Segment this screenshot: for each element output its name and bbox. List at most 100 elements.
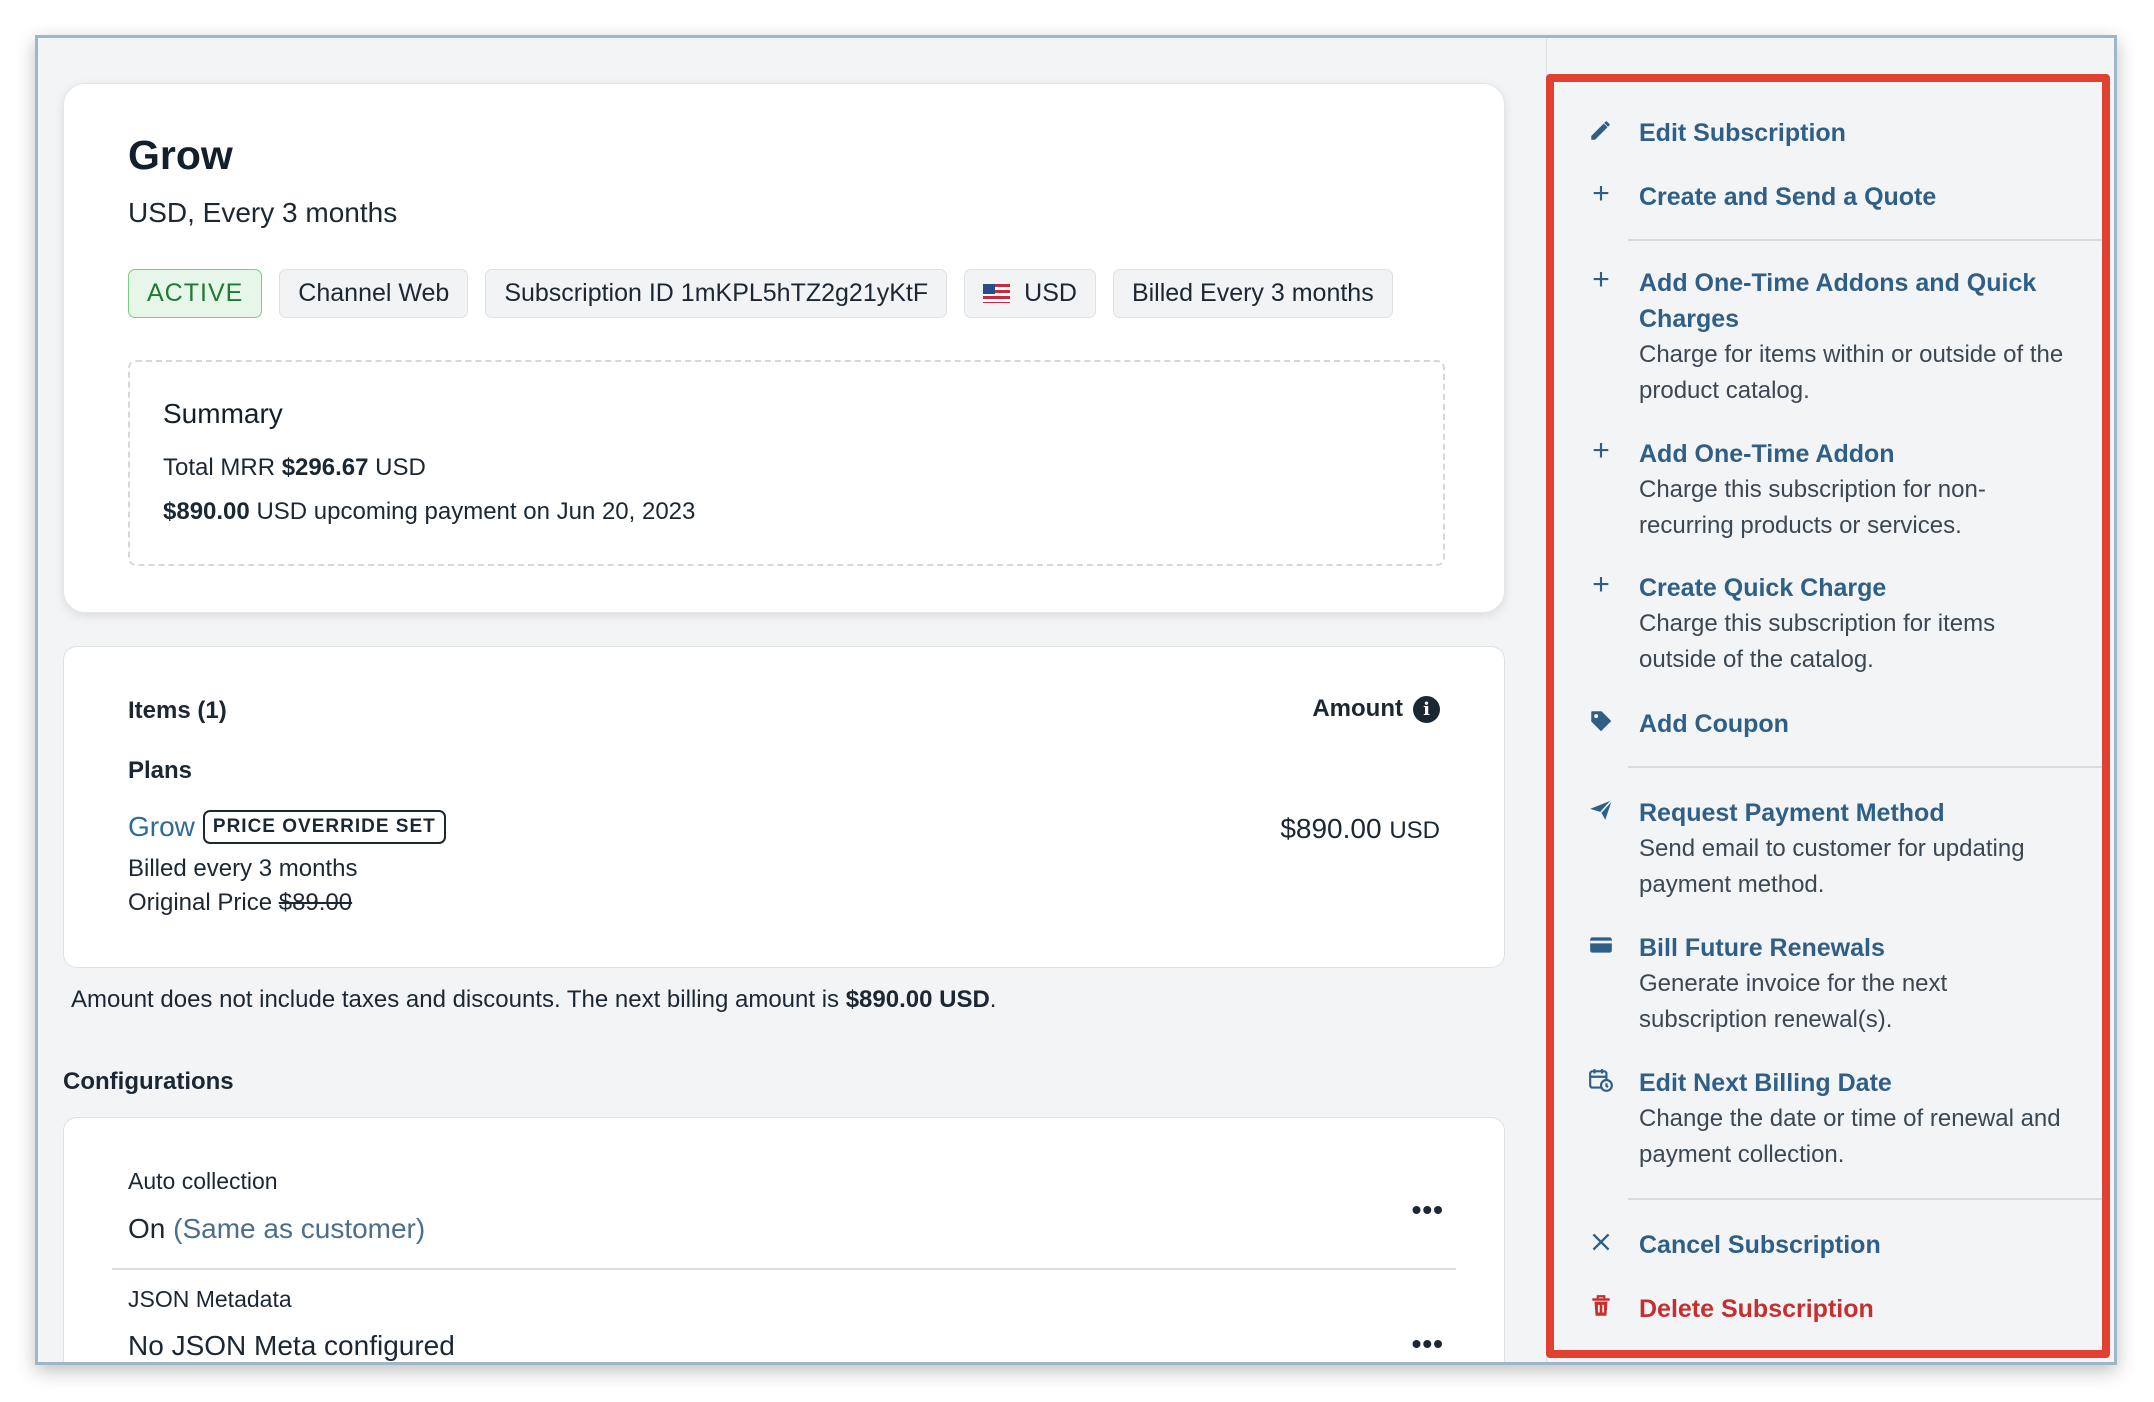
- item-price-value: $890.00: [1280, 813, 1382, 844]
- card-icon: [1588, 932, 1614, 958]
- add-coupon-action[interactable]: Add Coupon: [1588, 706, 2088, 742]
- subscription-card: Grow USD, Every 3 months ACTIVE Channel …: [63, 83, 1505, 613]
- auto-collection-more-button[interactable]: •••: [1412, 1194, 1444, 1226]
- upcoming-value: $890.00: [163, 498, 250, 525]
- app-window: Grow USD, Every 3 months ACTIVE Channel …: [35, 35, 2117, 1365]
- delete-subscription-action[interactable]: Delete Subscription: [1588, 1291, 2088, 1327]
- original-price-value: $89.00: [278, 889, 353, 916]
- original-price-label: Original Price: [128, 889, 273, 916]
- auto-collection-state: On: [128, 1213, 166, 1244]
- auto-collection-hint: (Same as customer): [173, 1213, 426, 1244]
- amount-label: Amount: [1312, 695, 1403, 722]
- amount-header: Amount i: [1312, 695, 1440, 723]
- create-quick-charge-desc-2: outside of the catalog.: [1639, 646, 1874, 673]
- add-one-time-addon-desc-1: Charge this subscription for non-: [1639, 476, 1986, 503]
- config-divider: [112, 1268, 1456, 1270]
- trash-icon: [1588, 1293, 1614, 1319]
- mrr-line: Total MRR $296.67 USD: [163, 454, 426, 482]
- edit-next-billing-date-action[interactable]: Edit Next Billing Date Change the date o…: [1588, 1065, 2088, 1173]
- plus-icon: +: [1592, 177, 1610, 210]
- currency-tag: USD: [964, 269, 1096, 318]
- delete-subscription-label: Delete Subscription: [1639, 1295, 1874, 1323]
- mrr-label: Total MRR: [163, 454, 276, 481]
- plus-icon: +: [1592, 263, 1610, 296]
- add-addons-quick-charges-label-1: Add One-Time Addons and Quick: [1639, 269, 2037, 297]
- create-quote-action[interactable]: + Create and Send a Quote: [1588, 179, 2088, 215]
- add-one-time-addon-label: Add One-Time Addon: [1639, 440, 1895, 468]
- cancel-subscription-label: Cancel Subscription: [1639, 1231, 1881, 1259]
- billing-period-tag: Billed Every 3 months: [1112, 269, 1393, 318]
- cancel-subscription-action[interactable]: Cancel Subscription: [1588, 1227, 2088, 1263]
- subscription-id-tag: Subscription ID 1mKPL5hTZ2g21yKtF: [485, 269, 948, 318]
- request-payment-method-action[interactable]: Request Payment Method Send email to cus…: [1588, 795, 2088, 903]
- status-badge: ACTIVE: [128, 269, 263, 318]
- bill-future-renewals-desc-2: subscription renewal(s).: [1639, 1006, 1893, 1033]
- add-one-time-addon-action[interactable]: + Add One-Time Addon Charge this subscri…: [1588, 436, 2088, 544]
- pencil-icon: [1588, 117, 1614, 143]
- upcoming-line: $890.00 USD upcoming payment on Jun 20, …: [163, 498, 695, 526]
- add-addons-quick-charges-desc-1: Charge for items within or outside of th…: [1639, 341, 2064, 368]
- auto-collection-value: On (Same as customer): [128, 1213, 425, 1245]
- bill-future-renewals-action[interactable]: Bill Future Renewals Generate invoice fo…: [1588, 930, 2088, 1038]
- edit-subscription-label: Edit Subscription: [1639, 119, 1846, 147]
- create-quick-charge-action[interactable]: + Create Quick Charge Charge this subscr…: [1588, 570, 2088, 678]
- json-metadata-value: No JSON Meta configured: [128, 1330, 455, 1361]
- bill-future-renewals-desc-1: Generate invoice for the next: [1639, 970, 1948, 997]
- plan-item-row: Grow PRICE OVERRIDE SET: [128, 810, 446, 844]
- actions-divider: [1628, 766, 2109, 768]
- mrr-value: $296.67: [281, 454, 369, 481]
- json-metadata-label: JSON Metadata: [128, 1286, 292, 1312]
- json-metadata-more-button[interactable]: •••: [1412, 1328, 1444, 1360]
- billing-note-text: Amount does not include taxes and discou…: [71, 986, 840, 1013]
- tag-icon: [1588, 708, 1614, 734]
- item-price: $890.00 USD: [1280, 813, 1440, 845]
- bill-future-renewals-label: Bill Future Renewals: [1639, 934, 1885, 962]
- send-icon: [1588, 797, 1614, 823]
- billing-note-amount: $890.00 USD: [845, 986, 990, 1013]
- tag-row: ACTIVE Channel Web Subscription ID 1mKPL…: [128, 269, 1393, 318]
- plus-icon: +: [1592, 568, 1610, 601]
- add-addons-quick-charges-label-2: Charges: [1639, 305, 1740, 333]
- items-card: Items (1) Amount i Plans Grow PRICE OVER…: [63, 646, 1505, 968]
- configurations-title: Configurations: [63, 1068, 234, 1095]
- edit-next-billing-date-desc-1: Change the date or time of renewal and: [1639, 1105, 2061, 1132]
- edit-next-billing-date-desc-2: payment collection.: [1639, 1141, 1845, 1168]
- request-payment-method-desc-1: Send email to customer for updating: [1639, 835, 2025, 862]
- info-icon[interactable]: i: [1413, 695, 1440, 723]
- create-quote-label: Create and Send a Quote: [1639, 183, 1937, 211]
- create-quick-charge-desc-1: Charge this subscription for items: [1639, 610, 1996, 637]
- currency-label: USD: [1024, 279, 1077, 307]
- item-price-currency: USD: [1389, 817, 1440, 844]
- channel-tag: Channel Web: [279, 269, 469, 318]
- billing-note-end: .: [989, 986, 997, 1013]
- add-coupon-label: Add Coupon: [1639, 710, 1789, 738]
- upcoming-text: USD upcoming payment on Jun 20, 2023: [256, 498, 696, 525]
- plan-title: Grow: [128, 132, 233, 178]
- calendar-clock-icon: [1588, 1067, 1614, 1093]
- summary-box: Summary Total MRR $296.67 USD $890.00 US…: [128, 360, 1445, 566]
- item-billed: Billed every 3 months: [128, 855, 358, 882]
- configurations-card: Auto collection On (Same as customer) ••…: [63, 1117, 1505, 1362]
- original-price: Original Price $89.00: [128, 889, 352, 917]
- request-payment-method-desc-2: payment method.: [1639, 871, 1825, 898]
- add-one-time-addon-desc-2: recurring products or services.: [1639, 512, 1962, 539]
- plans-label: Plans: [128, 757, 193, 784]
- actions-divider: [1628, 1198, 2109, 1200]
- billing-note: Amount does not include taxes and discou…: [71, 986, 996, 1014]
- price-override-badge: PRICE OVERRIDE SET: [202, 810, 446, 844]
- mrr-currency: USD: [375, 454, 426, 481]
- edit-next-billing-date-label: Edit Next Billing Date: [1639, 1069, 1892, 1097]
- actions-divider: [1628, 239, 2109, 241]
- plus-icon: +: [1592, 434, 1610, 467]
- add-addons-quick-charges-action[interactable]: + Add One-Time Addons and Quick Charges …: [1588, 265, 2088, 409]
- items-title: Items (1): [128, 697, 227, 724]
- request-payment-method-label: Request Payment Method: [1639, 799, 1945, 827]
- x-icon: [1588, 1229, 1614, 1255]
- summary-title: Summary: [163, 398, 283, 429]
- us-flag-icon: [983, 284, 1011, 303]
- plan-subtitle: USD, Every 3 months: [128, 197, 398, 228]
- add-addons-quick-charges-desc-2: product catalog.: [1639, 377, 1810, 404]
- auto-collection-label: Auto collection: [128, 1168, 278, 1194]
- plan-item-link[interactable]: Grow: [128, 811, 195, 843]
- edit-subscription-action[interactable]: Edit Subscription: [1588, 115, 2088, 151]
